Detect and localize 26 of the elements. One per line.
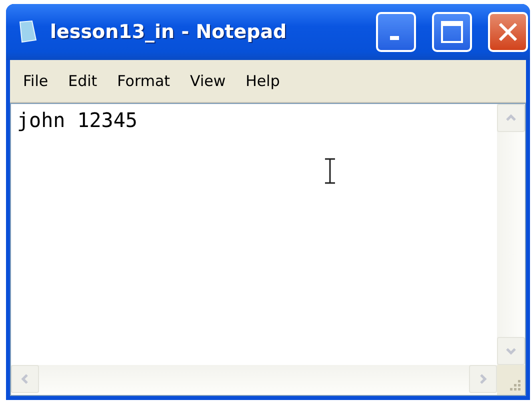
- menu-item[interactable]: Help: [236, 68, 289, 94]
- window-title: lesson13_in - Notepad: [50, 21, 288, 43]
- vertical-scrollbar[interactable]: [497, 104, 525, 365]
- close-button[interactable]: [488, 12, 528, 52]
- minimize-button[interactable]: [376, 12, 416, 52]
- maximize-button[interactable]: [432, 12, 472, 52]
- menu-item[interactable]: File: [14, 68, 58, 94]
- chevron-down-icon: [505, 345, 517, 357]
- resize-grip-icon[interactable]: [508, 378, 522, 392]
- scroll-left-button[interactable]: [11, 365, 39, 393]
- text-area[interactable]: john 12345: [10, 103, 526, 396]
- scroll-down-button[interactable]: [497, 337, 525, 365]
- menu-item[interactable]: Format: [108, 68, 180, 94]
- chevron-left-icon: [19, 373, 31, 385]
- menu-item[interactable]: View: [181, 68, 235, 94]
- close-icon: [497, 21, 519, 43]
- notepad-icon: [18, 20, 38, 44]
- horizontal-scrollbar[interactable]: [11, 365, 497, 395]
- menu-item[interactable]: Edit: [59, 68, 106, 94]
- scroll-up-button[interactable]: [497, 104, 525, 132]
- text-cursor-icon: [323, 158, 337, 184]
- chevron-right-icon: [477, 373, 489, 385]
- scroll-right-button[interactable]: [469, 365, 497, 393]
- maximize-icon: [440, 20, 464, 44]
- document-text: john 12345: [17, 108, 138, 132]
- minimize-icon: [390, 36, 398, 40]
